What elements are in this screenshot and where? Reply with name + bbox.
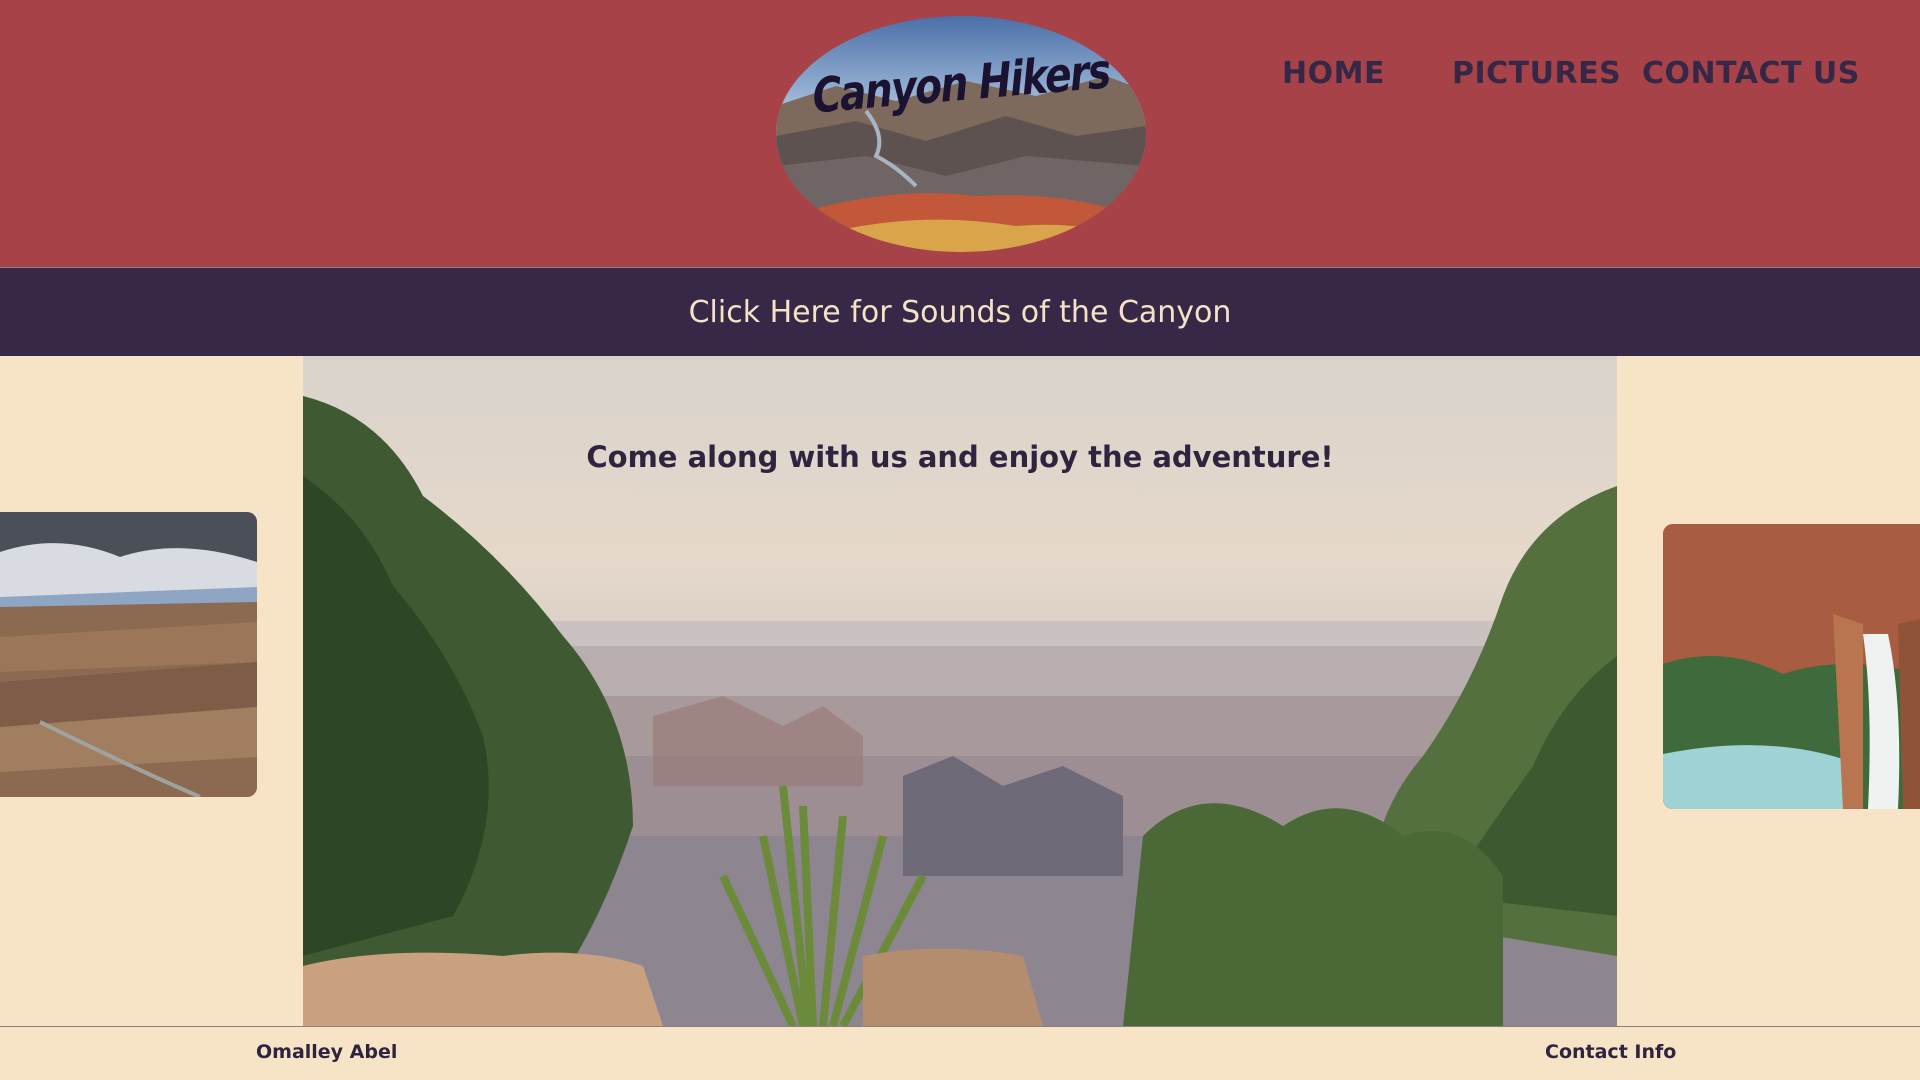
- site-footer: Omalley Abel Contact Info: [0, 1026, 1920, 1080]
- left-canyon-photo: [0, 512, 257, 797]
- right-waterfall-photo: [1663, 524, 1920, 809]
- sounds-of-canyon-link[interactable]: Click Here for Sounds of the Canyon: [689, 295, 1232, 330]
- site-header: Canyon Hikers HOME PICTURES CONTACT US: [0, 0, 1920, 268]
- nav-pictures-link[interactable]: PICTURES: [1452, 56, 1621, 91]
- footer-author: Omalley Abel: [256, 1041, 398, 1063]
- sounds-banner: Click Here for Sounds of the Canyon: [0, 268, 1920, 356]
- hero-tagline: Come along with us and enjoy the adventu…: [586, 440, 1334, 474]
- nav-contact-us-link[interactable]: CONTACT US: [1642, 56, 1860, 91]
- main-nav: HOME PICTURES CONTACT US: [0, 56, 1920, 96]
- nav-home-link[interactable]: HOME: [1282, 56, 1385, 91]
- canyon-hikers-logo[interactable]: Canyon Hikers: [776, 16, 1146, 252]
- footer-contact-info-link[interactable]: Contact Info: [1545, 1041, 1676, 1063]
